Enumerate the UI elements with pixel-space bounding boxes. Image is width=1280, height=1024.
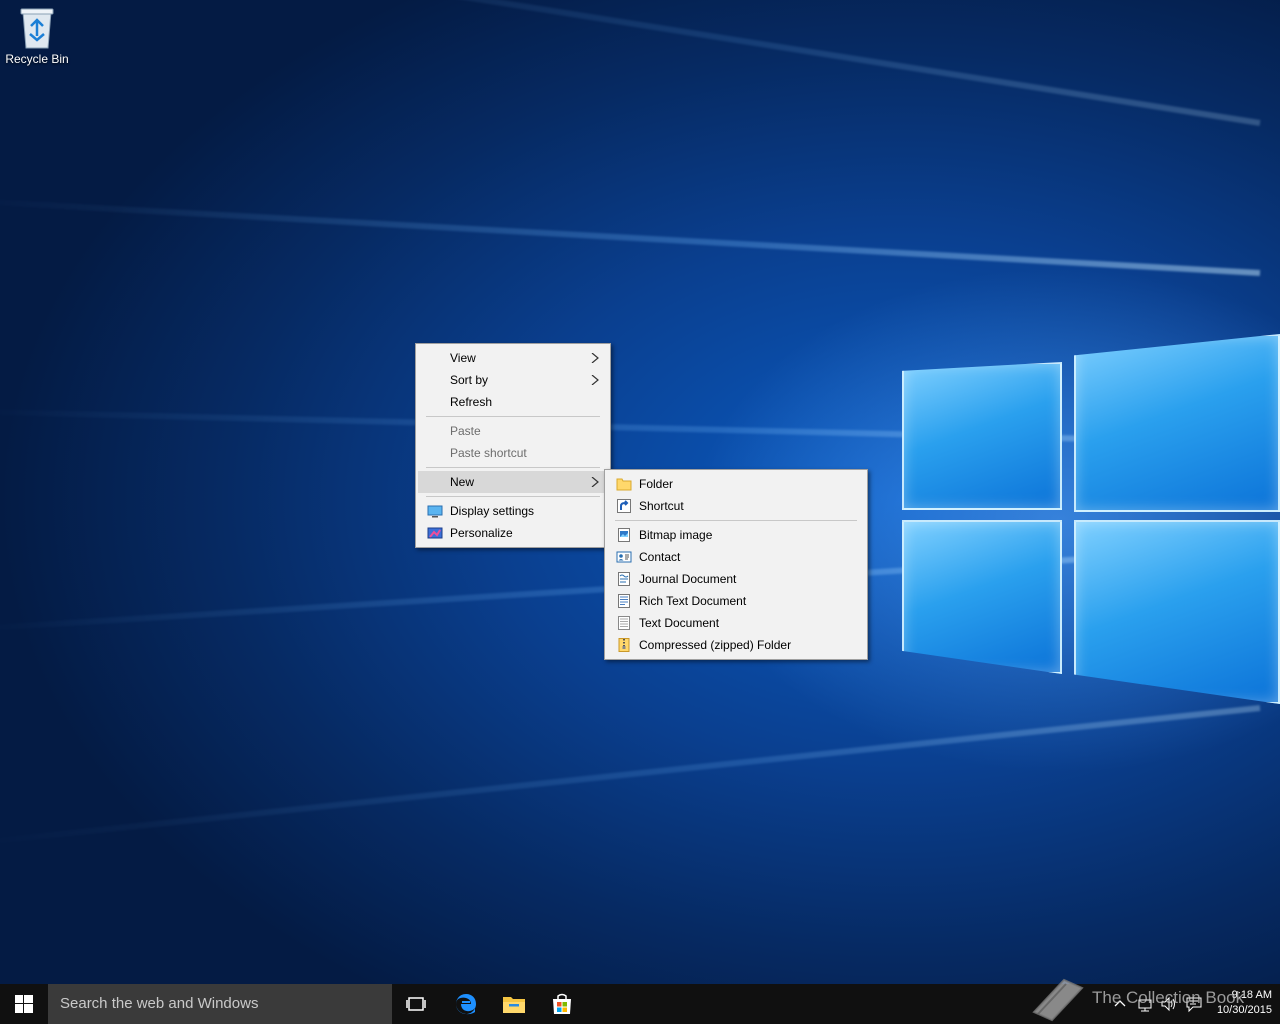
new-item-zipped-folder[interactable]: Compressed (zipped) Folder <box>607 634 865 656</box>
contact-icon <box>616 549 632 565</box>
new-item-text-document[interactable]: Text Document <box>607 612 865 634</box>
menu-separator <box>426 496 600 497</box>
desktop-background[interactable]: Recycle Bin View Sort by Refresh Paste P… <box>0 0 1280 984</box>
show-hidden-icons-icon[interactable] <box>1113 994 1127 1014</box>
menu-item-label: Paste <box>450 424 481 438</box>
menu-item-personalize[interactable]: Personalize <box>418 522 608 544</box>
light-beam <box>0 408 1261 446</box>
menu-item-label: Rich Text Document <box>639 594 747 608</box>
action-center-icon[interactable] <box>1185 994 1203 1014</box>
menu-item-label: Contact <box>639 550 681 564</box>
new-item-bitmap-image[interactable]: Bitmap image <box>607 524 865 546</box>
menu-item-label: Folder <box>639 477 674 491</box>
rich-text-document-icon <box>616 593 632 609</box>
store-icon <box>553 993 571 1014</box>
clock-time: 9:18 AM <box>1231 989 1272 1001</box>
new-submenu: Folder Shortcut Bitmap image Contact Jou… <box>604 469 868 660</box>
journal-document-icon <box>616 571 632 587</box>
file-explorer-button[interactable] <box>490 984 538 1024</box>
chevron-right-icon <box>590 369 600 391</box>
file-explorer-icon <box>503 997 525 1013</box>
menu-item-refresh[interactable]: Refresh <box>418 391 608 413</box>
menu-item-view[interactable]: View <box>418 347 608 369</box>
recycle-bin-label: Recycle Bin <box>5 52 69 66</box>
desktop-icon-recycle-bin[interactable]: Recycle Bin <box>4 6 70 66</box>
chevron-right-icon <box>590 471 600 493</box>
menu-item-sort-by[interactable]: Sort by <box>418 369 608 391</box>
menu-separator <box>615 520 857 521</box>
menu-item-label: Journal Document <box>639 572 737 586</box>
task-view-button[interactable] <box>392 984 440 1024</box>
zipped-folder-icon <box>616 637 632 653</box>
edge-icon <box>456 994 476 1015</box>
store-button[interactable] <box>538 984 586 1024</box>
windows-logo-pane <box>902 362 1062 510</box>
menu-item-label: Bitmap image <box>639 528 713 542</box>
taskbar-clock[interactable]: 9:18 AM 10/30/2015 <box>1208 988 1272 1018</box>
menu-item-label: Refresh <box>450 395 493 409</box>
new-item-rich-text-document[interactable]: Rich Text Document <box>607 590 865 612</box>
desktop-context-menu: View Sort by Refresh Paste Paste shortcu… <box>415 343 611 548</box>
menu-item-display-settings[interactable]: Display settings <box>418 500 608 522</box>
menu-item-label: New <box>450 475 475 489</box>
menu-item-new[interactable]: New <box>418 471 608 493</box>
folder-icon <box>616 476 632 492</box>
menu-item-label: View <box>450 351 476 365</box>
start-button[interactable] <box>0 984 48 1024</box>
menu-separator <box>426 416 600 417</box>
new-item-folder[interactable]: Folder <box>607 473 865 495</box>
text-document-icon <box>616 615 632 631</box>
menu-item-label: Personalize <box>450 526 513 540</box>
volume-icon[interactable] <box>1160 994 1178 1014</box>
personalize-icon <box>427 525 443 541</box>
new-item-journal-document[interactable]: Journal Document <box>607 568 865 590</box>
light-beam <box>0 197 1261 276</box>
shortcut-icon <box>616 498 632 514</box>
clock-date: 10/30/2015 <box>1216 1004 1272 1016</box>
display-settings-icon <box>427 503 443 519</box>
menu-item-label: Shortcut <box>639 499 684 513</box>
menu-item-label: Display settings <box>450 504 535 518</box>
new-item-contact[interactable]: Contact <box>607 546 865 568</box>
light-beam <box>0 705 1261 847</box>
light-beam <box>0 0 1261 126</box>
network-icon[interactable] <box>1136 994 1154 1014</box>
search-input[interactable]: Search the web and Windows <box>48 984 392 1024</box>
menu-item-label: Compressed (zipped) Folder <box>639 638 792 652</box>
menu-item-label: Text Document <box>639 616 720 630</box>
windows-logo-pane <box>1074 334 1280 512</box>
chevron-right-icon <box>590 347 600 369</box>
new-item-shortcut[interactable]: Shortcut <box>607 495 865 517</box>
menu-item-label: Sort by <box>450 373 489 387</box>
search-placeholder: Search the web and Windows <box>60 995 259 1012</box>
menu-item-label: Paste shortcut <box>450 446 527 460</box>
menu-separator <box>426 467 600 468</box>
taskbar: Search the web and Windows <box>0 984 1280 1024</box>
menu-item-paste[interactable]: Paste <box>418 420 608 442</box>
recycle-bin-icon <box>20 8 54 49</box>
menu-item-paste-shortcut[interactable]: Paste shortcut <box>418 442 608 464</box>
windows-start-icon <box>15 995 33 1013</box>
windows-logo-pane <box>1074 520 1280 704</box>
task-view-icon <box>406 997 426 1011</box>
bitmap-image-icon <box>616 527 632 543</box>
edge-button[interactable] <box>442 984 490 1024</box>
windows-logo-pane <box>902 520 1062 674</box>
